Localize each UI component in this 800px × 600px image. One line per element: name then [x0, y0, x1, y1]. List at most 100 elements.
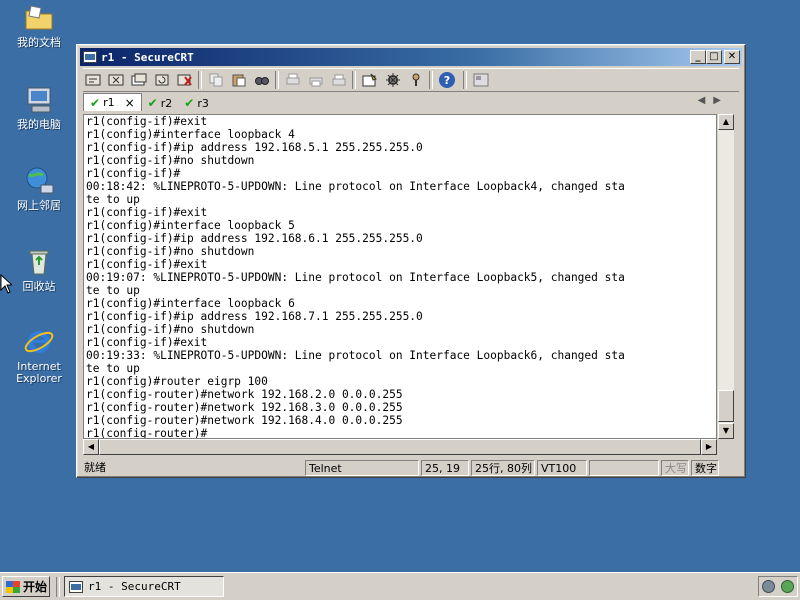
- toolbar: ?: [83, 68, 739, 92]
- vertical-scroll-thumb[interactable]: [718, 390, 734, 422]
- session-tabs: ✔ r1 × ✔ r2 ✔ r3 ◀▶: [83, 93, 739, 111]
- taskbar-item-securecrt[interactable]: r1 - SecureCRT: [64, 576, 224, 597]
- computer-icon: [23, 84, 55, 116]
- connect-icon[interactable]: [83, 71, 102, 89]
- terminal-line: 00:19:33: %LINEPROTO-5-UPDOWN: Line prot…: [86, 349, 625, 362]
- desktop-icon-my-documents[interactable]: 我的文档: [3, 2, 75, 49]
- vertical-scrollbar[interactable]: ▲ ▼: [718, 114, 734, 439]
- quick-connect-icon[interactable]: [106, 71, 125, 89]
- terminal-line: r1(config-if)#exit: [86, 115, 208, 128]
- mouse-cursor-icon: [0, 274, 12, 294]
- tab-r3[interactable]: ✔ r3: [178, 95, 215, 111]
- tab-label: r3: [197, 96, 209, 110]
- terminal-line: r1(config)#interface loopback 6: [86, 297, 295, 310]
- tray-network-icon[interactable]: [781, 580, 794, 593]
- terminal-line: r1(config-if)#exit: [86, 336, 208, 349]
- terminal-line: r1(config-if)#ip address 192.168.6.1 255…: [86, 232, 423, 245]
- terminal-line: r1(config-router)#network 192.168.4.0 0.…: [86, 414, 403, 427]
- disconnect-icon[interactable]: [175, 71, 194, 89]
- desktop-icon-network-places[interactable]: 网上邻居: [3, 165, 75, 212]
- help-icon[interactable]: ?: [439, 72, 455, 88]
- print-icon[interactable]: [283, 71, 302, 89]
- status-terminal-size: 25行, 80列: [471, 460, 535, 476]
- windows-logo-icon: [6, 580, 20, 593]
- tray-volume-icon[interactable]: [762, 580, 775, 593]
- paste-icon[interactable]: [229, 71, 248, 89]
- desktop-icon-recycle-bin[interactable]: 回收站: [3, 246, 75, 293]
- start-button[interactable]: 开始: [2, 576, 50, 597]
- desktop-icon-label: 回收站: [22, 280, 56, 293]
- toolbar-separator: [198, 71, 202, 89]
- desktop-icon-label: Internet Explorer: [16, 360, 62, 385]
- terminal-line: 00:19:07: %LINEPROTO-5-UPDOWN: Line prot…: [86, 271, 625, 284]
- horizontal-scroll-thumb[interactable]: [99, 439, 701, 455]
- terminal-line: r1(config-if)#no shutdown: [86, 154, 255, 167]
- session-options-icon[interactable]: [360, 71, 379, 89]
- terminal-line: te to up: [86, 193, 140, 206]
- network-icon: [23, 165, 55, 197]
- status-num-lock: 数字: [691, 460, 719, 476]
- window-titlebar[interactable]: r1 - SecureCRT _ □ ✕: [80, 48, 742, 66]
- terminal-line: r1(config-router)#: [86, 427, 208, 439]
- scroll-left-icon[interactable]: ◀: [83, 439, 99, 455]
- terminal-line: r1(config-if)#ip address 192.168.5.1 255…: [86, 141, 423, 154]
- toolbar-separator: [429, 71, 433, 89]
- desktop-icon-label: 我的文档: [17, 36, 61, 49]
- desktop-icon-my-computer[interactable]: 我的电脑: [3, 84, 75, 131]
- connected-check-icon: ✔: [90, 95, 101, 110]
- terminal-line: r1(config)#interface loopback 5: [86, 219, 295, 232]
- tab-prev-icon[interactable]: ◀: [698, 95, 714, 106]
- minimize-button[interactable]: _: [690, 50, 706, 64]
- start-label: 开始: [23, 580, 48, 594]
- status-protocol: Telnet: [305, 460, 419, 476]
- horizontal-scrollbar[interactable]: ◀ ▶: [83, 439, 717, 455]
- sftp-icon[interactable]: [471, 71, 490, 89]
- status-cursor-position: 25, 19: [421, 460, 469, 476]
- internet-explorer-icon: [23, 326, 55, 358]
- scroll-right-icon[interactable]: ▶: [701, 439, 717, 455]
- scroll-down-icon[interactable]: ▼: [718, 423, 734, 439]
- desktop-icon-internet-explorer[interactable]: Internet Explorer: [3, 326, 75, 385]
- status-bar: 就绪 Telnet 25, 19 25行, 80列 VT100 大写 数字: [81, 459, 743, 477]
- connected-check-icon: ✔: [184, 96, 195, 110]
- print-selection-icon[interactable]: [306, 71, 325, 89]
- terminal-line: r1(config-router)#network 192.168.2.0 0.…: [86, 388, 403, 401]
- reconnect-icon[interactable]: [152, 71, 171, 89]
- terminal-output[interactable]: r1(config-if)#exit r1(config)#interface l…: [83, 114, 717, 439]
- printer-icon[interactable]: [329, 71, 348, 89]
- copy-icon[interactable]: [206, 71, 225, 89]
- window-title: r1 - SecureCRT: [101, 50, 194, 64]
- terminal-line: r1(config-if)#no shutdown: [86, 323, 255, 336]
- terminal-line: 00:18:42: %LINEPROTO-5-UPDOWN: Line prot…: [86, 180, 625, 193]
- desktop-icon-label: 网上邻居: [17, 199, 61, 212]
- status-caps-lock: 大写: [661, 460, 689, 476]
- keymap-icon[interactable]: [406, 71, 425, 89]
- tab-label: r1: [103, 96, 115, 109]
- taskbar-item-label: r1 - SecureCRT: [88, 580, 181, 593]
- terminal-line: r1(config-if)#ip address 192.168.7.1 255…: [86, 310, 423, 323]
- scroll-up-icon[interactable]: ▲: [718, 114, 734, 130]
- terminal-line: te to up: [86, 362, 140, 375]
- connect-in-tab-icon[interactable]: [129, 71, 148, 89]
- global-options-icon[interactable]: [383, 71, 402, 89]
- tab-label: r2: [160, 96, 173, 110]
- maximize-button[interactable]: □: [706, 50, 722, 64]
- terminal-line: r1(config-if)#exit: [86, 258, 208, 271]
- find-icon[interactable]: [252, 71, 271, 89]
- tab-close-icon[interactable]: ×: [125, 96, 135, 110]
- terminal-line: r1(config-if)#exit: [86, 206, 208, 219]
- terminal-line: r1(config)#router eigrp 100: [86, 375, 268, 388]
- terminal-line: te to up: [86, 284, 140, 297]
- securecrt-window: r1 - SecureCRT _ □ ✕ ? ✔ r1 × ✔ r2 ✔ r3 …: [76, 44, 746, 478]
- terminal-line: r1(config)#interface loopback 4: [86, 128, 295, 141]
- close-button[interactable]: ✕: [724, 50, 740, 64]
- tab-r2[interactable]: ✔ r2: [142, 95, 179, 111]
- status-emulation: VT100: [537, 460, 587, 476]
- status-empty-field: [589, 460, 659, 476]
- tab-r1[interactable]: ✔ r1 ×: [83, 93, 142, 111]
- terminal-line: r1(config-router)#network 192.168.3.0 0.…: [86, 401, 403, 414]
- taskbar-separator: [56, 577, 60, 597]
- toolbar-separator: [352, 71, 356, 89]
- connected-check-icon: ✔: [147, 96, 158, 110]
- tab-next-icon[interactable]: ▶: [713, 95, 729, 106]
